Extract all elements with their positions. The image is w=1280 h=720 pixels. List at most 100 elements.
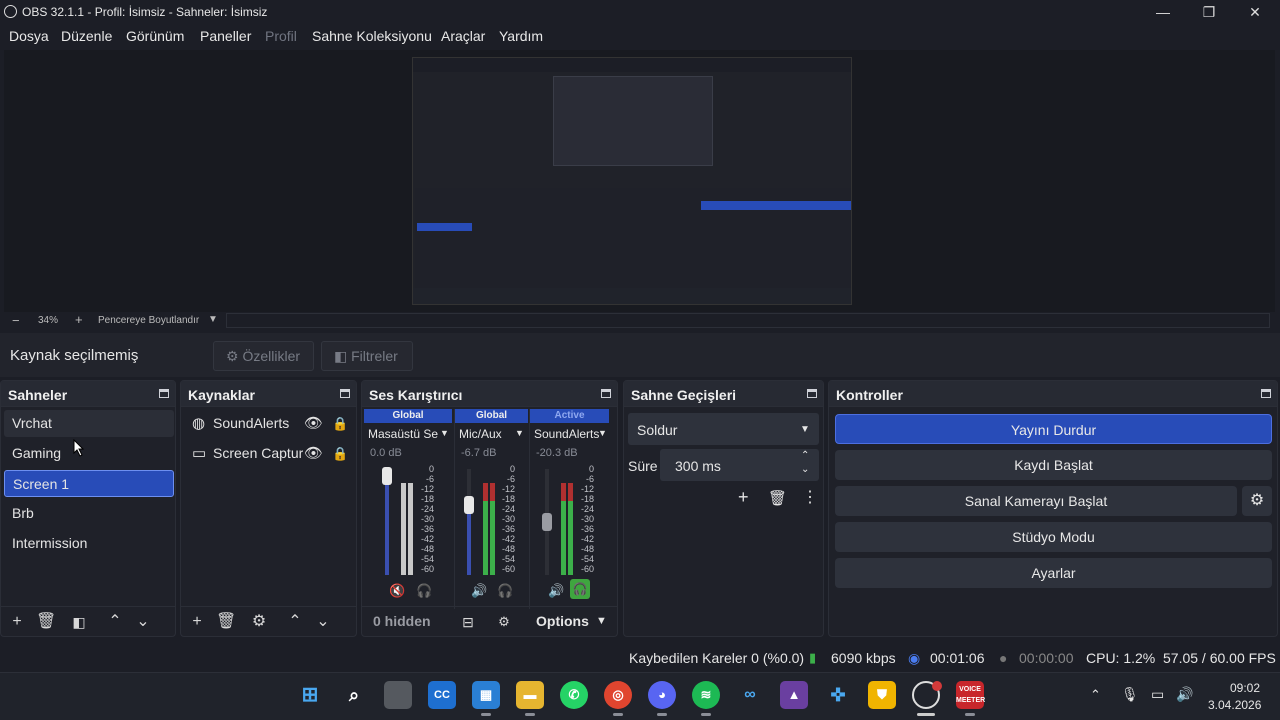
source-properties-icon[interactable]: ⚙ — [250, 613, 268, 631]
audio-meter — [408, 483, 413, 575]
filters-label: Filtreler — [351, 348, 398, 364]
undock-icon[interactable] — [601, 389, 611, 398]
undock-icon[interactable] — [159, 389, 169, 398]
source-item[interactable]: ◍ SoundAlerts 👁 🔒 — [190, 410, 355, 437]
start-recording-button[interactable]: Kaydı Başlat — [835, 450, 1272, 480]
spotify-icon[interactable]: ≋ — [692, 681, 720, 709]
scene-item[interactable]: Brb — [4, 500, 174, 527]
lock-icon[interactable]: 🔒 — [332, 440, 348, 467]
task-view-icon[interactable] — [384, 681, 412, 709]
source-item[interactable]: ▭ Screen Captur 👁 🔒 — [190, 440, 355, 467]
security-shield-icon[interactable]: ⛊ — [868, 681, 896, 709]
menu-view[interactable]: Görünüm — [126, 28, 184, 44]
channel-menu-icon[interactable]: ▼ — [598, 428, 607, 438]
zoom-in-button[interactable]: + — [75, 312, 83, 327]
scene-filters-icon[interactable]: ◧ — [70, 613, 88, 631]
muted-speaker-icon[interactable]: 🔇 — [389, 583, 405, 599]
scale-mode-dropdown-icon[interactable]: ▼ — [208, 314, 218, 325]
cc-app-icon[interactable]: CC — [428, 681, 456, 709]
undock-icon[interactable] — [1261, 389, 1271, 398]
visibility-eye-icon[interactable]: 👁 — [304, 410, 323, 437]
remove-scene-icon[interactable]: 🗑 — [36, 613, 56, 631]
add-scene-icon[interactable]: + — [8, 613, 26, 631]
windows-start-icon[interactable]: ⊞ — [296, 681, 324, 709]
scene-item[interactable]: Vrchat — [4, 410, 174, 437]
mixer-options-button[interactable]: Options — [536, 613, 589, 629]
store-icon[interactable]: ▦ — [472, 681, 500, 709]
remove-transition-icon[interactable]: 🗑 — [768, 489, 787, 507]
lock-icon[interactable]: 🔒 — [332, 410, 348, 437]
menu-help[interactable]: Yardım — [499, 28, 543, 44]
streaming-icon: ◉ — [908, 650, 921, 666]
virtual-camera-settings-icon[interactable]: ⚙ — [1242, 486, 1272, 516]
scale-tick: -18 — [420, 494, 434, 504]
network-icon[interactable]: ▭ — [1151, 686, 1164, 703]
minimize-button[interactable]: — — [1140, 2, 1186, 22]
voicemeeter-icon[interactable]: VOICE MEETER — [956, 681, 985, 709]
duration-spinbox[interactable]: 300 ms ⌃ ⌄ — [660, 449, 819, 481]
studio-mode-button[interactable]: Stüdyo Modu — [835, 522, 1272, 552]
zoom-out-button[interactable]: − — [12, 313, 20, 328]
channel-menu-icon[interactable]: ▼ — [515, 428, 524, 438]
audio-meter — [401, 483, 406, 575]
transition-menu-icon[interactable]: ⋮ — [802, 487, 818, 507]
maximize-button[interactable]: ❐ — [1186, 2, 1232, 22]
start-virtual-camera-button[interactable]: Sanal Kamerayı Başlat — [835, 486, 1237, 516]
volume-slider-handle[interactable] — [382, 467, 392, 485]
app-icon[interactable]: ✜ — [824, 681, 852, 709]
monitor-off-icon[interactable]: 🎧 — [497, 583, 513, 599]
layout-toggle-icon[interactable]: ⊟ — [459, 613, 477, 631]
menu-edit[interactable]: Düzenle — [61, 28, 112, 44]
properties-button[interactable]: ⚙ Özellikler — [213, 341, 314, 371]
menu-file[interactable]: Dosya — [9, 28, 49, 44]
menu-docks[interactable]: Paneller — [200, 28, 251, 44]
undock-icon[interactable] — [340, 389, 350, 398]
options-dropdown-icon[interactable]: ▼ — [596, 615, 607, 627]
filters-button[interactable]: ◧ Filtreler — [321, 341, 413, 371]
monitor-on-icon[interactable]: 🎧 — [570, 579, 590, 599]
scene-item[interactable]: Gaming — [4, 440, 174, 467]
move-down-icon[interactable]: ⌄ — [134, 613, 152, 631]
advanced-audio-icon[interactable]: ⚙ — [495, 613, 513, 631]
transition-select[interactable]: Soldur ▼ — [628, 413, 819, 445]
meta-icon[interactable]: ∞ — [736, 681, 764, 709]
speaker-icon[interactable]: 🔊 — [548, 583, 564, 599]
stop-streaming-button[interactable]: Yayını Durdur — [835, 414, 1272, 444]
remove-source-icon[interactable]: 🗑 — [216, 613, 236, 631]
preview-canvas[interactable] — [412, 57, 852, 305]
settings-button[interactable]: Ayarlar — [835, 558, 1272, 588]
volume-slider-handle[interactable] — [542, 513, 552, 531]
menu-tools[interactable]: Araçlar — [441, 28, 485, 44]
speaker-icon[interactable]: 🔊 — [471, 583, 487, 599]
move-down-icon[interactable]: ⌄ — [314, 613, 332, 631]
whatsapp-icon[interactable]: ✆ — [560, 681, 588, 709]
volume-icon[interactable]: 🔊 — [1176, 686, 1193, 703]
discord-icon[interactable]: ◕ — [648, 681, 676, 709]
add-transition-icon[interactable]: + — [738, 487, 749, 508]
file-explorer-icon[interactable]: ▬ — [516, 681, 544, 709]
chrome-icon[interactable]: ◎ — [604, 681, 632, 709]
menu-profile[interactable]: Profil — [265, 28, 297, 44]
clock-time[interactable]: 09:02 — [1230, 681, 1260, 695]
scene-item-selected[interactable]: Screen 1 — [4, 470, 174, 497]
search-icon[interactable]: ⌕ — [340, 681, 368, 709]
clock-date[interactable]: 3.04.2026 — [1208, 698, 1261, 712]
undock-icon[interactable] — [807, 389, 817, 398]
hidden-count[interactable]: 0 hidden — [373, 613, 431, 629]
decrement-icon[interactable]: ⌄ — [801, 464, 809, 475]
move-up-icon[interactable]: ⌃ — [106, 613, 124, 631]
move-up-icon[interactable]: ⌃ — [286, 613, 304, 631]
scene-item[interactable]: Intermission — [4, 530, 174, 557]
increment-icon[interactable]: ⌃ — [801, 450, 809, 461]
tray-overflow-icon[interactable]: ⌃ — [1090, 687, 1101, 703]
menu-scene-collection[interactable]: Sahne Koleksiyonu — [312, 28, 432, 44]
volume-slider-handle[interactable] — [464, 496, 474, 514]
monitor-off-icon[interactable]: 🎧 — [416, 583, 432, 599]
close-button[interactable]: ✕ — [1232, 2, 1278, 22]
visibility-eye-icon[interactable]: 👁 — [304, 440, 323, 467]
preview-scrollbar[interactable] — [226, 313, 1270, 328]
app-icon[interactable]: ▲ — [780, 681, 808, 709]
microphone-icon[interactable]: 🎙 — [1121, 686, 1139, 703]
add-source-icon[interactable]: + — [188, 613, 206, 631]
channel-menu-icon[interactable]: ▼ — [440, 428, 449, 438]
